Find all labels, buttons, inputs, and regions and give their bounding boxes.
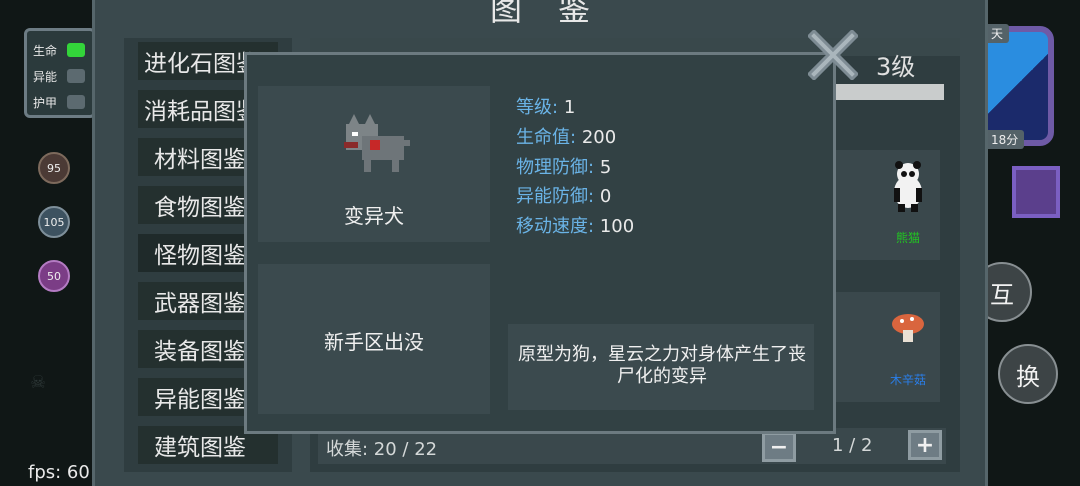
panda-icon bbox=[894, 161, 922, 212]
stat-move-speed: 移动速度: 100 bbox=[516, 212, 634, 238]
hp-label: 生命 bbox=[33, 43, 58, 58]
status-bars: 生命 异能 护甲 bbox=[24, 28, 96, 118]
monster-cell-mushroom[interactable]: 木辛菇 bbox=[876, 292, 940, 402]
stat-level: 等级: 1 bbox=[516, 93, 575, 119]
monster-description: 原型为狗，星云之力对身体产生了丧尸化的变异 bbox=[518, 344, 806, 387]
gear-item-count: 105 bbox=[43, 215, 65, 229]
stat-move-speed-label: 移动速度: bbox=[516, 216, 595, 237]
heart-item-icon[interactable]: 50 bbox=[38, 260, 70, 292]
page-prev-button[interactable]: − bbox=[762, 432, 796, 462]
stat-hp-value: 200 bbox=[581, 127, 617, 148]
hp-row: 生命 bbox=[33, 37, 87, 63]
page-next-button[interactable]: + bbox=[908, 430, 942, 460]
day-tag: 天 bbox=[985, 24, 1010, 43]
mutant-dog-icon bbox=[344, 114, 410, 172]
monster-name: 变异犬 bbox=[344, 204, 404, 228]
armor-row: 护甲 bbox=[33, 89, 87, 115]
stat-level-label: 等级: bbox=[516, 97, 559, 118]
monster-cell-panda[interactable]: 熊猫 bbox=[876, 150, 940, 260]
panda-label: 熊猫 bbox=[895, 231, 920, 245]
fps-counter: fps: 60 bbox=[28, 462, 90, 483]
stat-physical-defense-label: 物理防御: bbox=[516, 157, 595, 178]
armor-bar bbox=[67, 95, 85, 109]
stat-physical-defense: 物理防御: 5 bbox=[516, 153, 611, 179]
stat-ability-defense: 异能防御: 0 bbox=[516, 182, 611, 208]
ability-bar bbox=[67, 69, 85, 83]
level-label: 3级 bbox=[876, 53, 916, 81]
page-indicator: 1 / 2 bbox=[832, 435, 873, 456]
armor-label: 护甲 bbox=[33, 95, 58, 110]
close-icon[interactable] bbox=[808, 30, 858, 80]
bone-item-count: 95 bbox=[47, 161, 61, 175]
heart-item-count: 50 bbox=[47, 269, 61, 283]
xp-bar bbox=[836, 84, 944, 100]
gear-item-icon[interactable]: 105 bbox=[38, 206, 70, 238]
game-screen: 生命 异能 护甲 95 105 50 ☠ fps: 60 天 18分 互 换 图… bbox=[0, 0, 1080, 486]
skull-icon: ☠ bbox=[30, 372, 47, 393]
scroll-icon[interactable] bbox=[1012, 166, 1060, 218]
stat-level-value: 1 bbox=[563, 97, 576, 118]
mushroom-icon bbox=[892, 314, 924, 342]
ability-row: 异能 bbox=[33, 63, 87, 89]
stat-hp: 生命值: 200 bbox=[516, 123, 616, 149]
collect-progress: 收集: 20 / 22 bbox=[326, 439, 438, 460]
minimap[interactable] bbox=[978, 26, 1054, 146]
stat-ability-defense-label: 异能防御: bbox=[516, 186, 595, 207]
time-tag: 18分 bbox=[985, 130, 1025, 149]
monster-spawn: 新手区出没 bbox=[324, 330, 424, 354]
ability-label: 异能 bbox=[33, 69, 58, 84]
stat-hp-label: 生命值: bbox=[516, 127, 577, 148]
hp-bar bbox=[67, 43, 85, 57]
page-title: 图鉴 bbox=[490, 0, 627, 28]
bone-item-icon[interactable]: 95 bbox=[38, 152, 70, 184]
stat-physical-defense-value: 5 bbox=[599, 157, 612, 178]
stat-ability-defense-value: 0 bbox=[599, 186, 612, 207]
stat-move-speed-value: 100 bbox=[599, 216, 635, 237]
swap-button[interactable]: 换 bbox=[998, 344, 1058, 404]
mushroom-label: 木辛菇 bbox=[889, 373, 926, 387]
